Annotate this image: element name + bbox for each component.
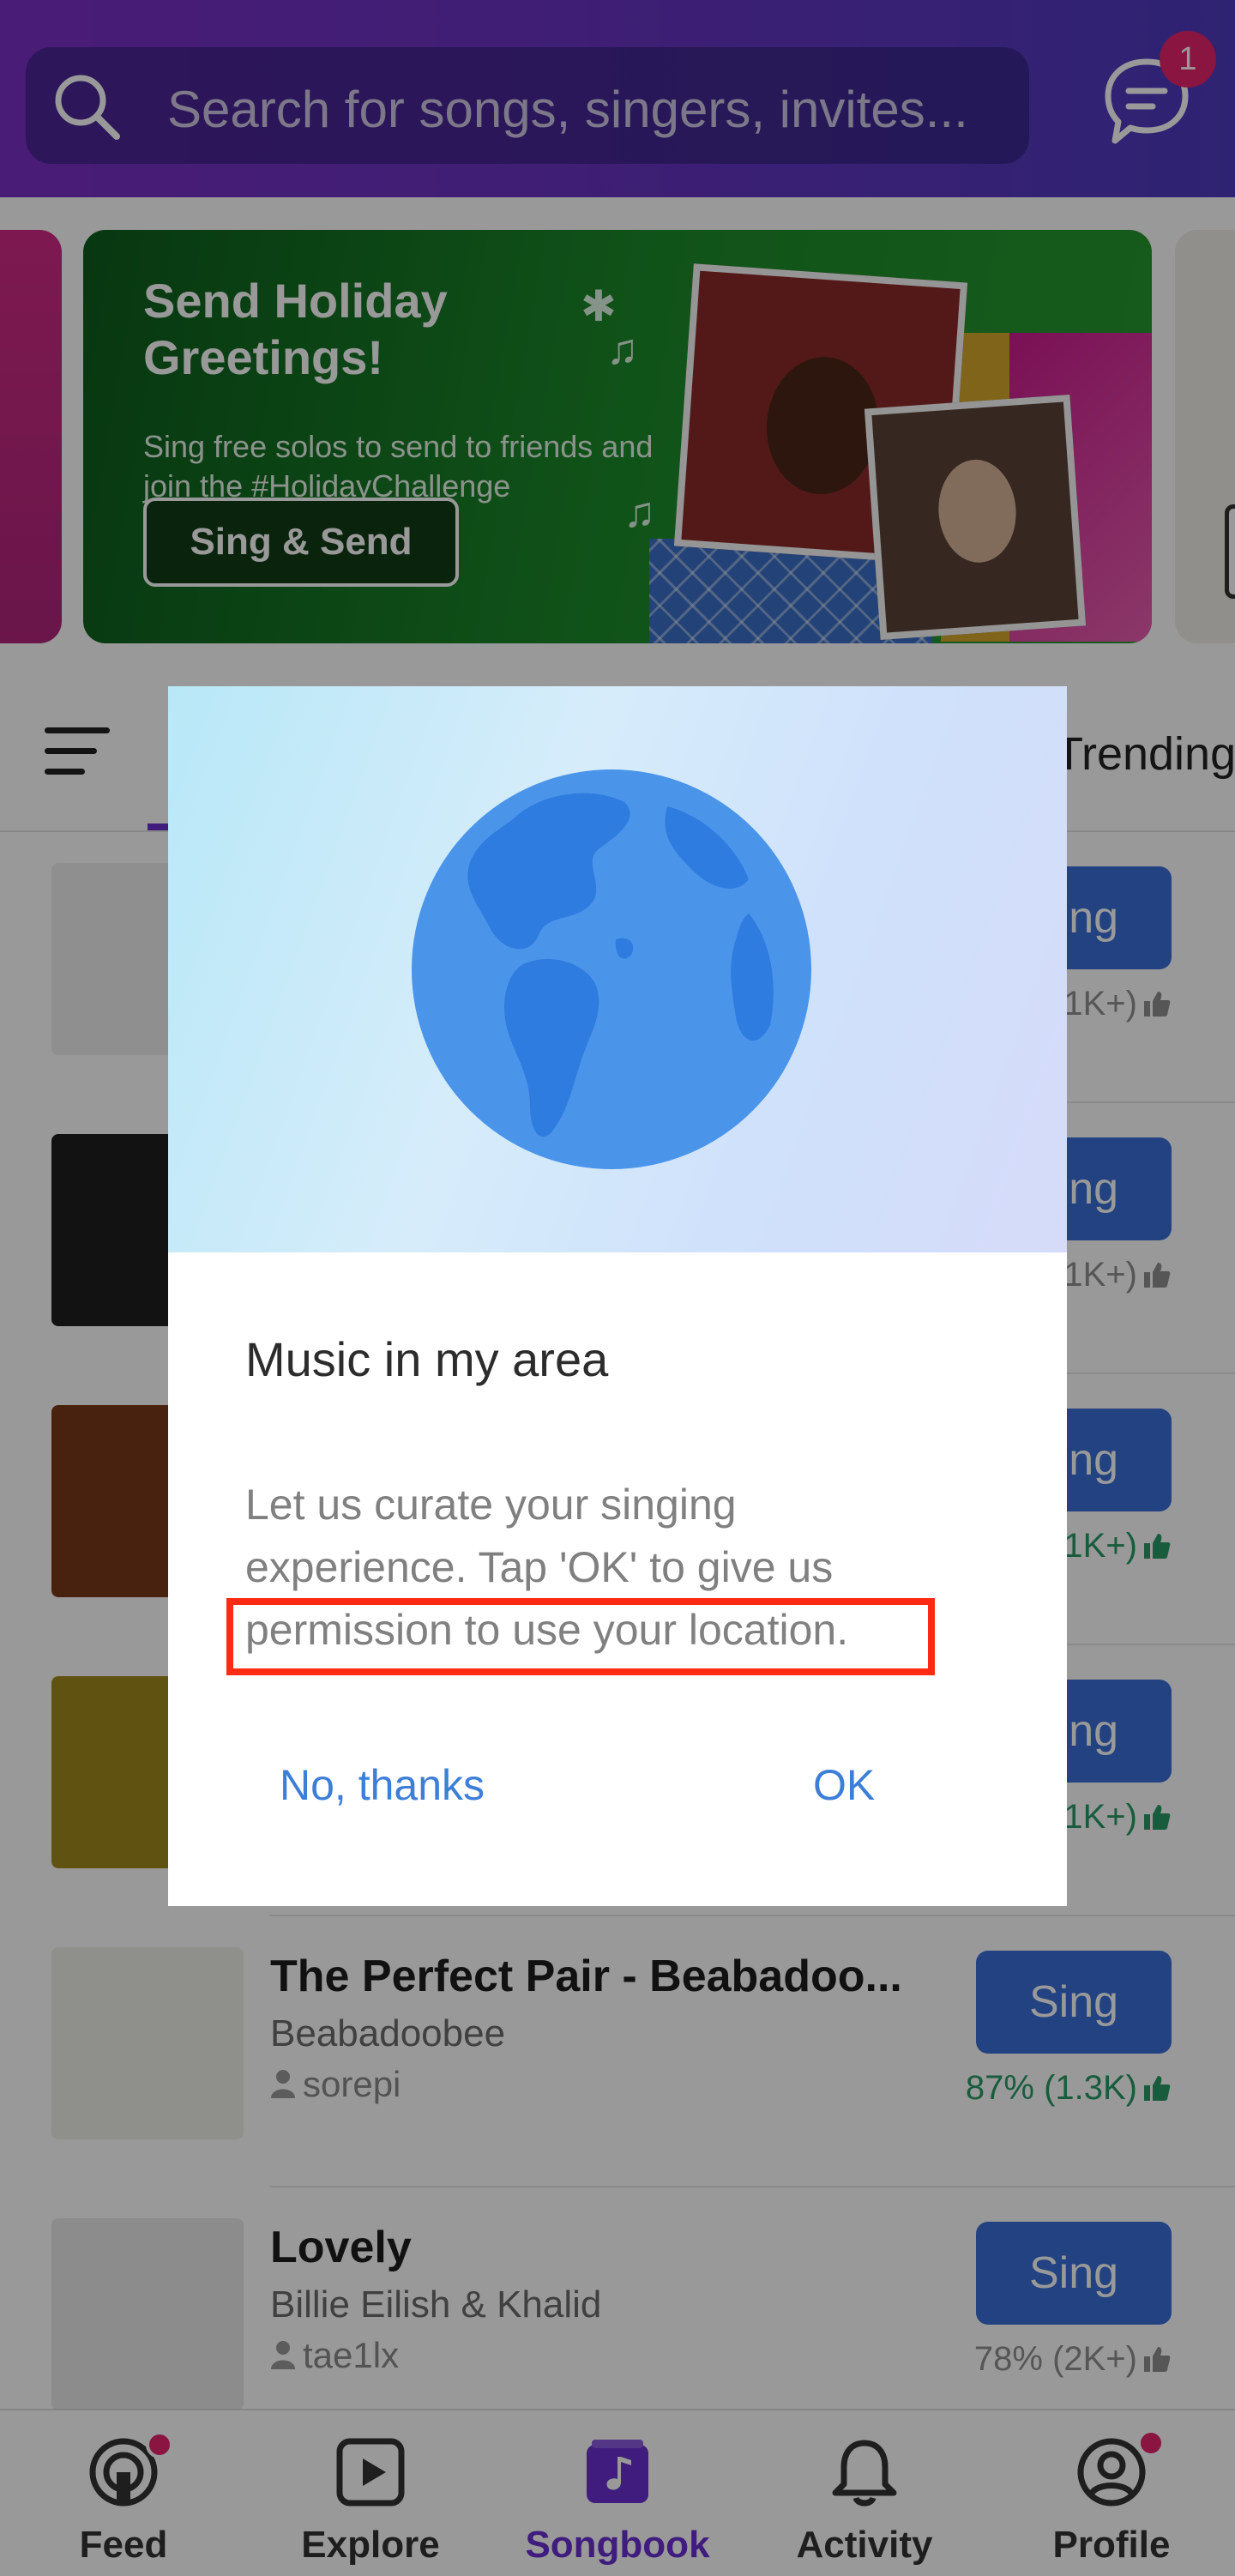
dialog-body-line: experience. Tap 'OK' to give us — [245, 1543, 834, 1591]
globe-icon — [412, 769, 811, 1169]
dialog-title: Music in my area — [245, 1332, 609, 1386]
no-thanks-button[interactable]: No, thanks — [280, 1760, 485, 1810]
location-permission-dialog: Music in my area Let us curate your sing… — [168, 686, 1067, 1906]
dialog-hero — [168, 686, 1067, 1252]
ok-button[interactable]: OK — [813, 1760, 875, 1810]
dialog-body-line: Let us curate your singing — [245, 1481, 737, 1529]
highlight-box — [226, 1598, 935, 1675]
